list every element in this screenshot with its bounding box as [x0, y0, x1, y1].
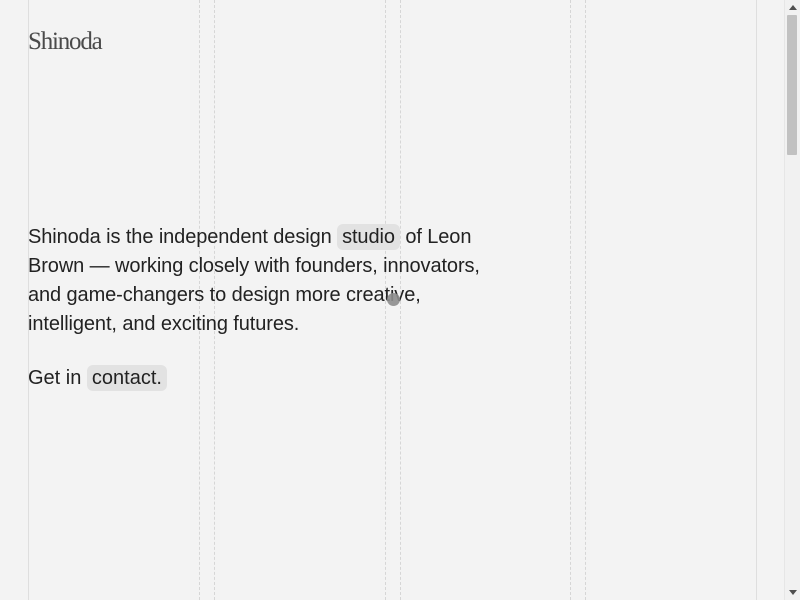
site-logo[interactable]: Shinoda: [28, 28, 103, 56]
contact-prefix: Get in: [28, 367, 87, 389]
grid-line: [756, 0, 757, 600]
scroll-thumb[interactable]: [787, 15, 797, 155]
contact-line: Get in contact.: [28, 364, 167, 393]
scroll-down-arrow-icon[interactable]: [789, 590, 797, 595]
grid-line: [585, 0, 586, 600]
intro-paragraph: Shinoda is the independent design studio…: [28, 223, 498, 339]
intro-text-before: Shinoda is the independent design: [28, 226, 338, 248]
vertical-scrollbar[interactable]: [784, 0, 800, 600]
contact-link[interactable]: contact.: [86, 365, 167, 391]
scroll-up-arrow-icon[interactable]: [789, 5, 797, 10]
cursor-dot: [387, 293, 400, 306]
grid-line: [570, 0, 571, 600]
studio-link[interactable]: studio: [337, 224, 400, 250]
